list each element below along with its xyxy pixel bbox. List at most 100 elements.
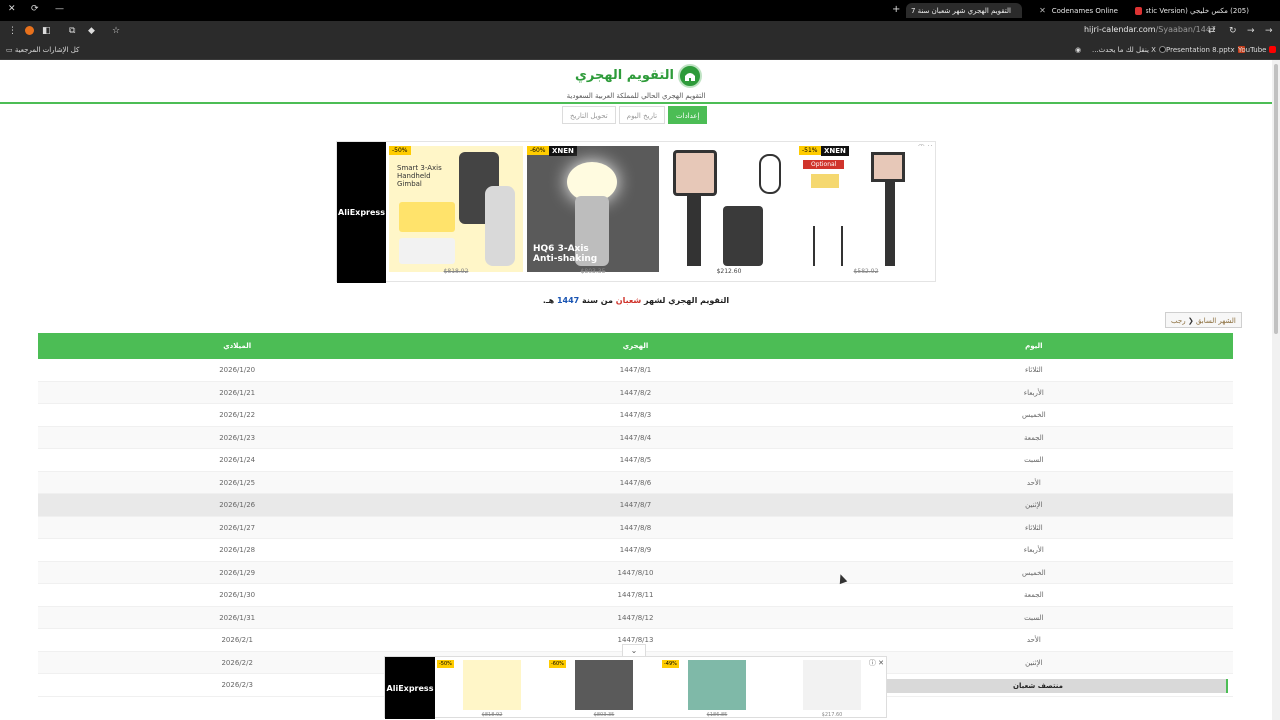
tab-codenames[interactable]: Codenames Online ✕: [1026, 3, 1124, 18]
ad-product-price: $818.92: [481, 712, 503, 718]
bottom-ad-product-3[interactable]: -49% $186.85: [662, 660, 746, 718]
url-field[interactable]: hijri-calendar.com/Syaaban/1447: [1084, 25, 1216, 38]
chevron-down-icon[interactable]: ⌄: [622, 644, 646, 656]
ad-product-price: $818.92: [443, 268, 469, 275]
heading-middle: من سنة: [582, 296, 613, 305]
back-icon[interactable]: →: [1265, 26, 1273, 36]
cell-gregorian: 2026/1/28: [219, 546, 256, 554]
bookmark-star-icon[interactable]: ☆: [112, 26, 120, 36]
phone-image: [673, 150, 717, 196]
light-image: [811, 174, 839, 188]
all-bookmarks[interactable]: كل الإشارات المرجعية ▭: [6, 46, 79, 54]
ad-discount-badge: -49%: [662, 660, 679, 668]
cell-day: الثلاثاء: [1024, 523, 1043, 532]
table-row: الخميس 1447/8/10 2026/1/29: [38, 561, 1233, 584]
bookmark-presentation[interactable]: Presentation 8.pptx: [1166, 46, 1245, 54]
bottom-ad-product-2[interactable]: -60% $803.35: [549, 660, 633, 718]
cell-day: السبت: [1024, 613, 1044, 622]
tab-youtube-mix[interactable]: (205) مكس خليجي (stic Version ✕: [1146, 3, 1260, 18]
cell-gregorian: 2026/1/30: [219, 591, 256, 599]
ad-discount-badge: -60%: [527, 146, 549, 155]
cell-day: الأربعاء: [1023, 546, 1044, 554]
close-window-icon[interactable]: ✕: [8, 4, 16, 14]
convert-date-button[interactable]: تحويل التاريخ: [562, 106, 616, 124]
reload-icon[interactable]: ↻: [1229, 26, 1237, 36]
ad-product-title: HQ6 3-Axis Anti-shaking: [533, 244, 598, 264]
cell-hijri: 1447/8/9: [619, 546, 652, 554]
cell-hijri: 1447/8/1: [619, 366, 652, 374]
bookmark-x[interactable]: X ينقل لك ما يحدث...: [1092, 46, 1166, 54]
ad-product-price: $582.92: [853, 268, 879, 275]
table-row: الجمعة 1447/8/11 2026/1/30: [38, 584, 1233, 607]
ad-discount-badge: -51%: [799, 146, 821, 155]
mid-month-label: منتصف شعبان: [850, 679, 1228, 693]
gimbal-image: [687, 194, 701, 266]
sidebar-icon[interactable]: ◧: [42, 26, 51, 36]
bottom-ad-product-1[interactable]: -50% $818.92: [437, 660, 521, 718]
table-row: الجمعة 1447/8/4 2026/1/23: [38, 426, 1233, 449]
site-subtitle: التقويم الهجري الحالي للمملكة العربية ال…: [566, 92, 706, 100]
ad-discount-badge: -60%: [549, 660, 566, 668]
ad-product-title: Smart 3-Axis Handheld Gimbal: [397, 164, 442, 188]
ad-optional-label: Optional: [803, 160, 845, 169]
new-tab-icon[interactable]: +: [892, 4, 900, 15]
browser-tab-bar: ✕ ⟳ — + التقويم الهجري شهر شعبان سنة 7 ✕…: [0, 0, 1280, 21]
heading-year: 1447: [556, 296, 580, 305]
all-bookmarks-label: كل الإشارات المرجعية: [14, 46, 80, 54]
bottom-sticky-ad[interactable]: AliExpress ⓘ ✕ -50% $818.92 -60% $803.35…: [384, 656, 887, 719]
previous-month-label: الشهر السابق: [1195, 317, 1236, 325]
extension-icon[interactable]: [25, 26, 34, 35]
ad-close-icon[interactable]: ⓘ ✕: [869, 658, 884, 668]
tab-favicon-icon: [1135, 6, 1142, 15]
calendar-table: اليوم الهجري الميلادي الثلاثاء 1447/8/1 20…: [38, 333, 1233, 697]
ad-product-2[interactable]: -60% XNEN HQ6 3-Axis Anti-shaking: [527, 146, 659, 272]
extensions-icon[interactable]: ⧉: [69, 26, 75, 36]
aliexpress-ad-banner[interactable]: AliExpress ⓘ ✕ -50% Smart 3-Axis Handhel…: [336, 141, 936, 283]
restore-window-icon[interactable]: ⟳: [31, 4, 39, 14]
site-settings-icon[interactable]: ⇄: [1208, 26, 1216, 36]
cell-gregorian: 2026/1/31: [219, 613, 256, 622]
cell-day: الإثنين: [1025, 501, 1043, 509]
mosque-icon: [678, 64, 702, 88]
x-icon: [1158, 46, 1166, 53]
ad-product-3[interactable]: [663, 146, 795, 272]
previous-month-button[interactable]: الشهر السابق ❮ رجب: [1165, 312, 1242, 328]
ad-product-1[interactable]: -50% Smart 3-Axis Handheld Gimbal: [389, 146, 523, 272]
page-scrollbar[interactable]: [1272, 60, 1280, 720]
logo-text: التقويم الهجري: [574, 68, 674, 83]
bookmark-presentation-label: Presentation 8.pptx: [1166, 46, 1235, 54]
diamond-icon[interactable]: ◆: [88, 26, 95, 36]
table-row: الإثنين 1447/8/7 2026/1/26: [38, 494, 1233, 517]
forward-icon[interactable]: →: [1247, 26, 1255, 36]
scrollbar-thumb[interactable]: [1274, 64, 1278, 334]
nav-buttons: إعدادات تاريخ اليوم تحويل التاريخ: [562, 106, 708, 124]
tab-pinned[interactable]: [1124, 3, 1148, 18]
header-divider: [0, 102, 1272, 104]
table-row: الأربعاء 1447/8/2 2026/1/21: [38, 381, 1233, 404]
tab-title: (205) مكس خليجي (stic Version: [1146, 6, 1249, 15]
ad-product-price: $217.60: [821, 712, 843, 718]
cell-gregorian: 2026/2/2: [221, 658, 253, 667]
menu-icon[interactable]: ⋮: [8, 26, 17, 36]
today-date-button[interactable]: تاريخ اليوم: [618, 106, 666, 124]
bottom-ad-product-4[interactable]: $217.60: [803, 660, 861, 718]
bookmark-youtube[interactable]: YouTube: [1238, 46, 1277, 54]
chevron-left-icon: ❮: [1187, 317, 1194, 325]
cell-day: الخميس: [1021, 411, 1046, 419]
column-header-gregorian: الميلادي: [223, 342, 252, 350]
cell-gregorian: 2026/1/27: [219, 523, 256, 532]
cell-gregorian: 2026/1/25: [219, 478, 256, 487]
tab-close-icon[interactable]: ✕: [1039, 6, 1046, 15]
tab-hijri-calendar[interactable]: التقويم الهجري شهر شعبان سنة 7 ✕: [906, 3, 1022, 18]
cell-gregorian: 2026/1/29: [219, 568, 256, 577]
site-logo[interactable]: التقويم الهجري: [575, 64, 702, 90]
tab-title: التقويم الهجري شهر شعبان سنة 7: [910, 6, 1011, 15]
cell-day: الجمعة: [1023, 433, 1044, 442]
bookmark-globe[interactable]: ◉: [1075, 46, 1081, 54]
folder-icon: ▭: [6, 46, 13, 54]
ad-product-4[interactable]: -51% XNEN Optional: [799, 146, 933, 272]
cell-day: الثلاثاء: [1024, 366, 1043, 374]
gimbal-image: [885, 182, 895, 266]
settings-button[interactable]: إعدادات: [668, 106, 708, 124]
minimize-window-icon[interactable]: —: [55, 4, 64, 14]
